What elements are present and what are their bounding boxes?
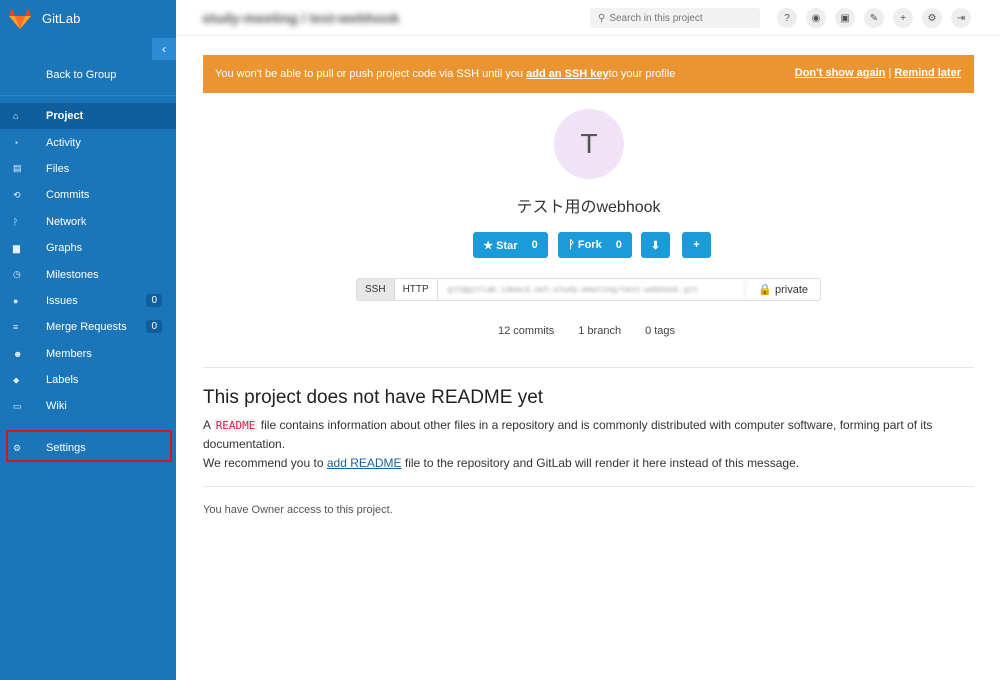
history-icon: ⟲	[13, 189, 21, 200]
sidebar-item-members[interactable]: ☻ Members	[0, 341, 176, 367]
search-placeholder: Search in this project	[609, 12, 703, 24]
sidebar-item-wiki[interactable]: ▭ Wiki	[0, 393, 176, 419]
new-item-button[interactable]: +	[682, 232, 711, 258]
project-title: テスト用のwebhook	[516, 199, 661, 216]
sidebar-item-label: Files	[46, 162, 70, 175]
merge-requests-count-badge: 0	[146, 320, 162, 334]
dont-show-again-link[interactable]: Don't show again	[795, 67, 886, 79]
back-to-group-link[interactable]: Back to Group	[0, 62, 176, 88]
sidebar-item-merge-requests[interactable]: ≡ Merge Requests 0	[0, 314, 176, 340]
sidebar-item-label: Labels	[46, 374, 79, 387]
star-count: 0	[531, 239, 538, 251]
divider	[203, 367, 974, 368]
visibility-badge: 🔒 private	[758, 284, 808, 296]
gitlab-logo-icon	[9, 8, 31, 29]
readme-description: A README file contains information about…	[203, 416, 963, 473]
sidebar-item-activity[interactable]: ◔ Activity	[0, 129, 176, 155]
sidebar-item-label: Activity	[46, 136, 81, 149]
sidebar: GitLab ‹ Back to Group ⌂ Project ◔ Activ…	[0, 0, 176, 680]
clone-url-bar: SSH HTTP git@gitlab.ideacd.net:study-mee…	[356, 278, 821, 301]
add-ssh-key-link[interactable]: add an SSH key	[526, 68, 609, 80]
readme-p1-rest: file contains information about other fi…	[203, 418, 933, 451]
commits-count-link[interactable]: 12 commits	[498, 325, 554, 337]
star-button[interactable]: ★ Star 0	[473, 232, 548, 258]
files-icon: ▤	[13, 163, 22, 174]
top-header: study-meeting / test-webhook ⚲ Search in…	[176, 0, 1000, 36]
download-button[interactable]: ⬇	[641, 232, 670, 258]
sidebar-item-label: Graphs	[46, 242, 83, 255]
sidebar-item-label: Milestones	[46, 268, 99, 281]
brand-name: GitLab	[42, 10, 81, 26]
search-input[interactable]: ⚲ Search in this project	[590, 8, 760, 28]
tags-count-link[interactable]: 0 tags	[645, 325, 675, 337]
plus-icon: +	[693, 239, 700, 251]
sidebar-item-commits[interactable]: ⟲ Commits	[0, 182, 176, 208]
sidebar-item-labels[interactable]: ⬥ Labels	[0, 367, 176, 393]
fork-count: 0	[615, 239, 622, 251]
home-icon: ⌂	[13, 111, 19, 122]
sidebar-item-label: Members	[46, 347, 92, 360]
code-fork-icon: ᚹ	[13, 216, 19, 227]
ssh-toggle-button[interactable]: SSH	[357, 279, 395, 300]
collapse-sidebar-button[interactable]: ‹	[152, 38, 176, 60]
readme-code: README	[213, 419, 258, 432]
sidebar-item-label: Issues	[46, 294, 78, 307]
brand[interactable]: GitLab	[0, 0, 176, 36]
remind-later-link[interactable]: Remind later	[894, 67, 961, 79]
page-title[interactable]: study-meeting / test-webhook	[202, 10, 400, 26]
sidebar-item-project[interactable]: ⌂ Project	[0, 103, 176, 130]
download-icon: ⬇	[650, 239, 661, 252]
readme-heading: This project does not have README yet	[203, 387, 544, 408]
fork-label: ᚹ Fork	[568, 239, 602, 251]
users-icon: ☻	[13, 348, 23, 359]
sign-out-icon[interactable]: ⇥	[951, 8, 971, 28]
sidebar-item-label: Commits	[46, 189, 90, 202]
issues-count-badge: 0	[146, 293, 162, 307]
readme-p1-prefix: A	[203, 418, 214, 432]
gear-icon[interactable]: ⚙	[922, 8, 942, 28]
sidebar-item-label: Network	[46, 215, 87, 228]
list-icon: ≡	[13, 322, 19, 333]
star-label: ★ Star	[483, 239, 518, 252]
alert-text-after: to your profile	[608, 68, 676, 80]
http-toggle-button[interactable]: HTTP	[395, 279, 438, 300]
clock-icon: ◷	[13, 269, 21, 280]
clone-url-input[interactable]: git@gitlab.ideacd.net:study-meeting/test…	[438, 279, 747, 300]
add-readme-link[interactable]: add README	[327, 456, 402, 470]
plus-icon[interactable]: +	[893, 8, 913, 28]
readme-p2-prefix: We recommend you to	[203, 456, 327, 470]
readme-p2-rest: file to the repository and GitLab will r…	[401, 456, 800, 470]
access-note: You have Owner access to this project.	[203, 504, 393, 516]
settings-highlight-box	[6, 430, 172, 462]
copy-icon[interactable]: ▣	[835, 8, 855, 28]
book-icon: ▭	[13, 400, 22, 411]
sidebar-item-graphs[interactable]: ▆ Graphs	[0, 235, 176, 261]
project-stats: 12 commits 1 branch 0 tags	[498, 325, 675, 337]
dashboard-icon: ◔	[13, 137, 19, 148]
help-icon[interactable]: ?	[777, 8, 797, 28]
sidebar-item-label: Wiki	[46, 400, 67, 413]
project-avatar: T	[554, 109, 624, 179]
project-nav: ⌂ Project ◔ Activity ▤ Files ⟲ Commits ᚹ…	[0, 103, 176, 420]
sidebar-item-milestones[interactable]: ◷ Milestones	[0, 261, 176, 287]
globe-icon[interactable]: ◉	[806, 8, 826, 28]
alert-actions: Don't show again | Remind later	[795, 67, 961, 79]
sidebar-item-label: Project	[46, 110, 84, 123]
sidebar-item-issues[interactable]: ● Issues 0	[0, 288, 176, 314]
branch-count-link[interactable]: 1 branch	[578, 325, 621, 337]
exclamation-circle-icon: ●	[13, 295, 19, 306]
wrench-icon[interactable]: ✎	[864, 8, 884, 28]
ssh-key-alert: You won't be able to pull or push projec…	[203, 55, 974, 93]
search-icon: ⚲	[598, 12, 606, 24]
fork-button[interactable]: ᚹ Fork 0	[558, 232, 632, 258]
sidebar-item-files[interactable]: ▤ Files	[0, 156, 176, 182]
sidebar-item-label: Merge Requests	[46, 321, 127, 334]
divider	[203, 486, 974, 487]
tags-icon: ⬥	[13, 374, 20, 385]
alert-text-before: You won't be able to pull or push projec…	[215, 68, 524, 80]
sidebar-divider	[0, 95, 176, 96]
sidebar-item-network[interactable]: ᚹ Network	[0, 209, 176, 235]
area-chart-icon: ▆	[13, 242, 20, 253]
alert-separator: |	[888, 67, 892, 79]
